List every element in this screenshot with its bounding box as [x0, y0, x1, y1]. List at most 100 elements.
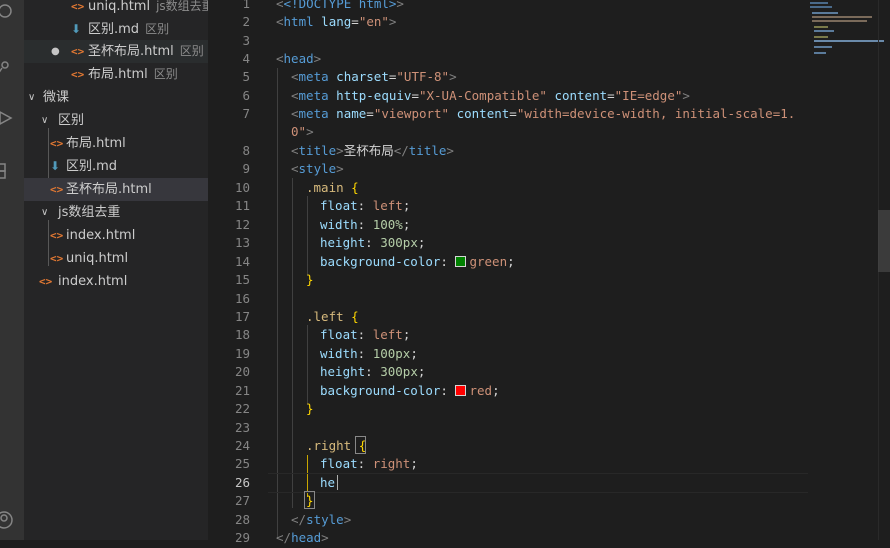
tree-file-buju-html[interactable]: <> 布局.html 区别 [24, 63, 208, 86]
code-line: background-color: green; [320, 254, 515, 269]
code-line: </style> [291, 512, 352, 527]
chevron-down-icon: ∨ [41, 115, 49, 126]
color-swatch[interactable] [455, 256, 467, 267]
line-number: 9 [242, 161, 250, 176]
tree-file-buju-html[interactable]: <> 布局.html [24, 132, 208, 155]
line-number: 19 [234, 346, 250, 361]
tree-file-uniq-html[interactable]: <> uniq.html [24, 247, 208, 270]
code-line-wrapped: 0"> [291, 124, 314, 139]
tree-file-uniq-html[interactable]: <> uniq.html js数组去重 [24, 0, 208, 18]
code-line: </head> [276, 530, 329, 545]
code-line: float: right; [320, 456, 418, 471]
tree-file-qubie-md[interactable]: ⬇ 区别.md [24, 155, 208, 178]
code-line: height: 300px; [320, 235, 426, 250]
code-line: .right { [306, 438, 367, 453]
line-number: 24 [234, 438, 250, 453]
code-line: <meta charset="UTF-8"> [291, 69, 457, 84]
tree-file-shengbei-html[interactable]: ● <> 圣杯布局.html 区别 [24, 40, 208, 63]
line-number: 8 [242, 143, 250, 158]
minimap[interactable] [810, 0, 884, 60]
tree-folder-weike[interactable]: ∨ 微课 [24, 86, 208, 109]
line-number: 28 [234, 512, 250, 527]
tree-item-label: 圣杯布局.html [66, 182, 152, 197]
code-line: <meta name="viewport" content="width=dev… [291, 106, 796, 121]
line-number: 4 [242, 51, 250, 66]
extensions-icon[interactable] [0, 156, 24, 184]
chevron-down-icon: ∨ [28, 92, 36, 103]
markdown-file-icon: ⬇ [50, 159, 61, 173]
line-number: 10 [234, 180, 250, 195]
tree-item-description: 区别 [153, 67, 178, 81]
line-number: 12 [234, 217, 250, 232]
html-file-icon: <> [50, 252, 64, 265]
line-number: 7 [242, 106, 250, 121]
line-number: 14 [234, 254, 250, 269]
code-line: } [306, 401, 314, 416]
html-file-icon: <> [50, 137, 64, 150]
code-line: } [306, 272, 314, 287]
html-file-icon: <> [39, 275, 53, 288]
search-icon[interactable] [0, 0, 24, 28]
tree-item-label: 布局.html [66, 136, 126, 151]
line-number: 29 [234, 530, 250, 545]
code-line: <style> [291, 161, 344, 176]
code-line: <<!DOCTYPE html>> [276, 0, 404, 11]
html-file-icon: <> [71, 68, 85, 81]
line-number: 11 [234, 198, 250, 213]
indent-guide [292, 178, 293, 508]
text-cursor [337, 475, 338, 490]
line-number: 15 [234, 272, 250, 287]
tree-item-description: js数组去重 [156, 0, 208, 13]
tree-item-label: 区别.md [66, 159, 118, 174]
tree-item-description: 区别 [179, 44, 204, 58]
code-editor[interactable]: 1 2 3 4 5 6 7 8 9 10 11 12 13 14 15 16 17 18 19 20 21 22 23 24 2… [208, 0, 890, 545]
markdown-file-icon: ⬇ [71, 22, 82, 36]
tree-file-qubie-md[interactable]: ⬇ 区别.md 区别 [24, 18, 208, 41]
indent-guide [307, 325, 308, 405]
line-number: 20 [234, 364, 250, 379]
line-number: 27 [234, 493, 250, 508]
tree-item-label: index.html [66, 228, 136, 243]
tree-file-index-html[interactable]: <> index.html [24, 224, 208, 247]
editor-scrollbar[interactable] [878, 210, 890, 272]
tree-file-shengbei-html-selected[interactable]: <> 圣杯布局.html [24, 178, 208, 201]
line-number [208, 123, 250, 142]
code-line: float: left; [320, 198, 411, 213]
tree-folder-js-dedupe[interactable]: ∨ js数组去重 [24, 201, 208, 224]
modified-dot-icon: ● [51, 46, 60, 57]
tree-item-label: 布局.html [88, 67, 148, 82]
tree-item-description: 区别 [145, 22, 170, 36]
code-line: .main { [306, 180, 359, 195]
line-number: 6 [242, 88, 250, 103]
tree-item-label: uniq.html [66, 251, 129, 266]
tree-folder-qubie[interactable]: ∨ 区别 [24, 109, 208, 132]
code-line: <title>圣杯布局</title> [291, 143, 454, 158]
html-file-icon: <> [50, 183, 64, 196]
html-file-icon: <> [71, 45, 85, 58]
code-line: width: 100px; [320, 346, 418, 361]
activity-bar [0, 0, 24, 540]
code-line: <html lang="en"> [276, 14, 397, 29]
line-number: 13 [234, 235, 250, 250]
source-control-icon[interactable] [0, 52, 24, 80]
line-number: 17 [234, 309, 250, 324]
run-debug-icon[interactable] [0, 104, 24, 132]
indent-guide [277, 68, 278, 538]
line-number: 25 [234, 456, 250, 471]
code-line: } [306, 493, 314, 508]
indent-guide [307, 196, 308, 276]
line-number: 2 [242, 14, 250, 29]
account-icon[interactable] [0, 506, 24, 534]
line-number: 5 [242, 69, 250, 84]
line-number: 16 [234, 291, 250, 306]
line-number: 22 [234, 401, 250, 416]
tree-file-index-html[interactable]: <> index.html [24, 270, 208, 293]
code-line: .left { [306, 309, 359, 324]
color-swatch[interactable] [455, 385, 467, 396]
tree-item-label: uniq.html [88, 0, 151, 14]
tree-item-label: 区别 [58, 113, 85, 128]
code-line: <head> [276, 51, 322, 66]
html-file-icon: <> [50, 229, 64, 242]
line-number: 1 [242, 0, 250, 11]
explorer-sidebar: <> uniq.html js数组去重 ⬇ 区别.md 区别 ● <> 圣杯布局.h… [24, 0, 208, 540]
